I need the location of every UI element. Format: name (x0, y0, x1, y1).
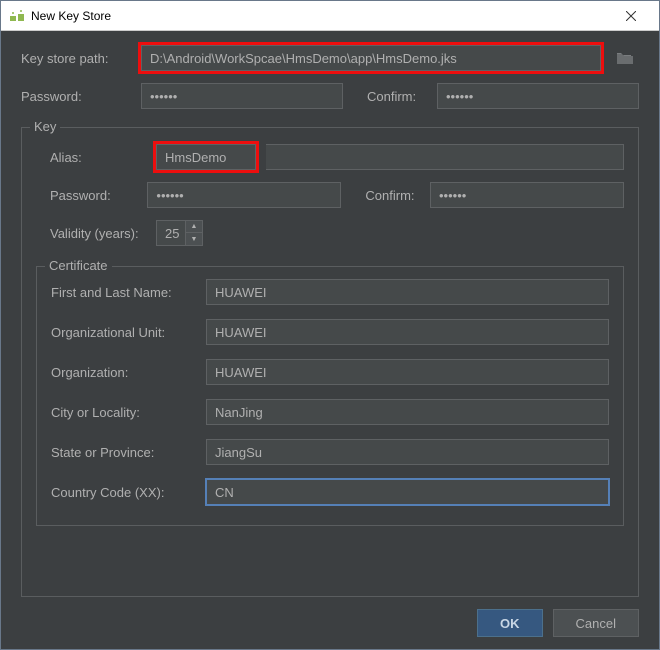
spinner-up-icon[interactable]: ▲ (186, 221, 202, 233)
certificate-fieldset: Certificate First and Last Name: Organiz… (36, 266, 624, 526)
alias-input[interactable] (156, 144, 256, 170)
keystore-path-input[interactable] (141, 45, 601, 71)
city-input[interactable] (206, 399, 609, 425)
country-label: Country Code (XX): (51, 485, 196, 500)
first-last-label: First and Last Name: (51, 285, 196, 300)
first-last-row: First and Last Name: (51, 279, 609, 305)
country-row: Country Code (XX): (51, 479, 609, 505)
window-title: New Key Store (31, 9, 611, 23)
app-icon (9, 8, 25, 24)
keystore-password-input[interactable] (141, 83, 343, 109)
validity-row: Validity (years): ▲ ▼ (36, 220, 624, 246)
ok-button[interactable]: OK (477, 609, 543, 637)
key-password-label: Password: (36, 188, 137, 203)
org-input[interactable] (206, 359, 609, 385)
keystore-password-label: Password: (21, 89, 131, 104)
keystore-password-row: Password: Confirm: (21, 83, 639, 109)
cancel-button[interactable]: Cancel (553, 609, 639, 637)
keystore-confirm-label: Confirm: (367, 89, 427, 104)
browse-button[interactable] (611, 46, 639, 70)
validity-input[interactable] (156, 220, 186, 246)
certificate-legend: Certificate (45, 258, 112, 273)
country-input[interactable] (206, 479, 609, 505)
spinner-buttons: ▲ ▼ (186, 220, 203, 246)
close-button[interactable] (611, 2, 651, 30)
keystore-path-row: Key store path: (21, 45, 639, 71)
alias-highlight (156, 144, 256, 170)
org-row: Organization: (51, 359, 609, 385)
key-legend: Key (30, 119, 60, 134)
key-confirm-label: Confirm: (365, 188, 420, 203)
alias-input-ext[interactable] (266, 144, 624, 170)
keystore-confirm-input[interactable] (437, 83, 639, 109)
alias-label: Alias: (36, 150, 146, 165)
org-unit-label: Organizational Unit: (51, 325, 196, 340)
city-row: City or Locality: (51, 399, 609, 425)
validity-label: Validity (years): (36, 226, 146, 241)
org-unit-input[interactable] (206, 319, 609, 345)
first-last-input[interactable] (206, 279, 609, 305)
state-input[interactable] (206, 439, 609, 465)
key-confirm-input[interactable] (430, 182, 624, 208)
state-row: State or Province: (51, 439, 609, 465)
titlebar: New Key Store (1, 1, 659, 31)
org-label: Organization: (51, 365, 196, 380)
dialog-content: Key store path: Password: Confirm: Key A… (1, 31, 659, 649)
dialog-footer: OK Cancel (21, 597, 639, 637)
alias-row: Alias: (36, 144, 624, 170)
dialog-window: New Key Store Key store path: Password: … (0, 0, 660, 650)
key-password-row: Password: Confirm: (36, 182, 624, 208)
key-fieldset: Key Alias: Password: Confirm: Validity (… (21, 127, 639, 597)
key-password-input[interactable] (147, 182, 341, 208)
spinner-down-icon[interactable]: ▼ (186, 233, 202, 245)
keystore-path-label: Key store path: (21, 51, 131, 66)
org-unit-row: Organizational Unit: (51, 319, 609, 345)
city-label: City or Locality: (51, 405, 196, 420)
validity-spinner: ▲ ▼ (156, 220, 203, 246)
state-label: State or Province: (51, 445, 196, 460)
